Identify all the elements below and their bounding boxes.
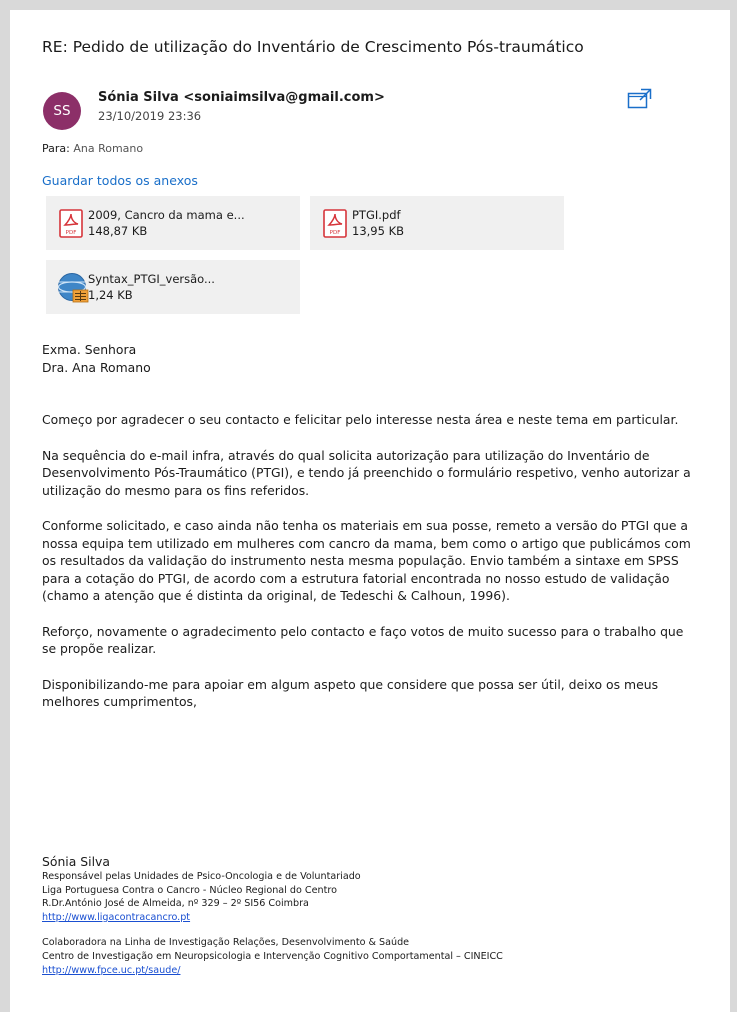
svg-text:PDF: PDF <box>66 230 77 236</box>
body-paragraph: Disponibilizando-me para apoiar em algum… <box>42 676 659 710</box>
email-signature: Sónia Silva Responsável pelas Unidades d… <box>42 853 692 977</box>
signature-line: Responsável pelas Unidades de Psico-Onco… <box>42 871 361 882</box>
body-paragraph: Na sequência do e-mail infra, através do… <box>42 447 691 498</box>
to-recipient[interactable]: Ana Romano <box>70 142 143 155</box>
popout-window-icon[interactable] <box>627 88 653 110</box>
signature-line: Centro de Investigação em Neuropsicologi… <box>42 950 503 962</box>
recipient-line: Para: Ana Romano <box>42 142 143 155</box>
salutation-line: Exma. Senhora <box>42 342 137 357</box>
signature-link[interactable]: http://www.ligacontracancro.pt <box>42 912 190 923</box>
signature-link[interactable]: http://www.fpce.uc.pt/saude/ <box>42 965 180 976</box>
pdf-icon: PDF <box>320 207 352 239</box>
spss-syntax-icon <box>56 271 89 303</box>
signature-line: R.Dr.António José de Almeida, nº 329 – 2… <box>42 898 309 910</box>
attachment-item[interactable]: PDF 2009, Cancro da mama e... 148,87 KB <box>46 196 300 250</box>
attachment-name: Syntax_PTGI_versão... <box>88 272 215 286</box>
pdf-icon: PDF <box>56 207 88 239</box>
attachment-item[interactable]: PDF PTGI.pdf 13,95 KB <box>310 196 564 250</box>
signature-line: Colaboradora na Linha de Investigação Re… <box>42 937 410 949</box>
to-label: Para: <box>42 142 70 155</box>
attachment-size: 148,87 KB <box>88 224 148 238</box>
attachment-size: 13,95 KB <box>352 224 405 238</box>
signature-line: Liga Portuguesa Contra o Cancro - Núcleo… <box>42 884 337 896</box>
body-paragraph: Conforme solicitado, e caso ainda não te… <box>42 518 691 603</box>
svg-text:PDF: PDF <box>330 230 341 236</box>
attachment-name: 2009, Cancro da mama e... <box>88 208 245 222</box>
sender-avatar[interactable]: SS <box>43 92 81 130</box>
email-subject: RE: Pedido de utilização do Inventário d… <box>42 38 584 56</box>
sender-name[interactable]: Sónia Silva <soniaimsilva@gmail.com> <box>98 90 385 105</box>
email-body: Exma. Senhora Dra. Ana Romano Começo por… <box>42 341 692 729</box>
attachment-item[interactable]: Syntax_PTGI_versão... 1,24 KB <box>46 260 300 314</box>
body-paragraph: Começo por agradecer o seu contacto e fe… <box>42 412 679 427</box>
email-reading-pane: RE: Pedido de utilização do Inventário d… <box>10 10 730 1012</box>
email-date: 23/10/2019 23:36 <box>98 109 202 123</box>
attachment-size: 1,24 KB <box>88 288 133 302</box>
save-all-attachments-link[interactable]: Guardar todos os anexos <box>42 173 198 188</box>
signature-name: Sónia Silva <box>42 854 110 869</box>
salutation-line: Dra. Ana Romano <box>42 359 151 375</box>
attachment-name: PTGI.pdf <box>352 208 401 222</box>
salutation: Exma. Senhora Dra. Ana Romano <box>42 341 692 376</box>
body-paragraph: Reforço, novamente o agradecimento pelo … <box>42 623 684 657</box>
